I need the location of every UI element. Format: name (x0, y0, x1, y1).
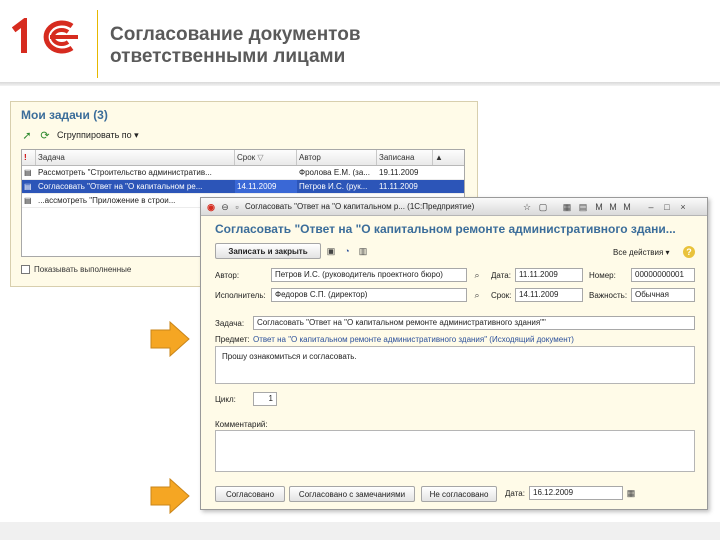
calculator-icon[interactable]: ▦ (561, 201, 573, 213)
print-icon[interactable]: ▥ (357, 245, 369, 257)
show-completed-checkbox[interactable] (21, 265, 30, 274)
description-area[interactable]: Прошу ознакомиться и согласовать. (215, 346, 695, 384)
subject-link[interactable]: Ответ на "О капитальном ремонте админист… (253, 335, 574, 344)
bottom-date-label: Дата: (505, 489, 525, 498)
reject-button[interactable]: Не согласовано (421, 486, 497, 502)
comment-label: Комментарий: (215, 420, 268, 429)
my-tasks-title: Мои задачи (3) (21, 108, 108, 122)
task-icon: ▤ (24, 182, 32, 191)
cycle-label: Цикл: (215, 395, 236, 404)
document-heading: Согласовать "Ответ на "О капитальном рем… (215, 222, 676, 236)
cell-deadline: 14.11.2009 (235, 180, 297, 193)
refresh-icon[interactable]: ⟳ (39, 129, 51, 142)
task-icon: ▤ (24, 196, 32, 205)
calendar-picker-icon[interactable]: ▦ (625, 487, 637, 499)
header-divider (97, 10, 98, 78)
window-title: Согласовать "Ответ на "О капитальном р..… (245, 202, 475, 211)
memory-icon[interactable]: M (593, 201, 605, 213)
maximize-icon[interactable]: □ (661, 201, 673, 213)
comment-area[interactable] (215, 430, 695, 472)
close-icon[interactable]: × (677, 201, 689, 213)
save-icon[interactable]: ▣ (325, 245, 337, 257)
column-header-recorded[interactable]: Записана (377, 150, 433, 165)
1c-logo (11, 16, 82, 58)
column-header-deadline[interactable]: Срок ▽ (235, 150, 297, 165)
table-header: ! Задача Срок ▽ Автор Записана ▲ (22, 150, 464, 166)
slide-title-line2: ответственными лицами (110, 46, 346, 67)
forward-icon[interactable]: ▫ (231, 201, 243, 213)
all-actions-menu[interactable]: Все действия ▾ (613, 248, 670, 257)
date-label: Дата: (491, 271, 511, 280)
chevron-down-icon: ▾ (134, 129, 139, 140)
footer-band (0, 522, 720, 540)
bottom-date-field[interactable]: 16.12.2009 (529, 486, 623, 500)
arrow-right-icon (150, 478, 190, 514)
approval-window: ◉ ⊖ ▫ Согласовать "Ответ на "О капитальн… (200, 197, 708, 510)
author-field[interactable]: Петров И.С. (руководитель проектного бюр… (271, 268, 467, 282)
open-executor-icon[interactable]: ⌕ (471, 289, 483, 301)
back-icon[interactable]: ⊖ (219, 201, 231, 213)
task-field[interactable]: Согласовать "Ответ на "О капитальном рем… (253, 316, 695, 330)
cell-date: 11.11.2009 (379, 182, 418, 191)
cell-task: Согласовать "Ответ на "О капитальном ре.… (38, 182, 203, 191)
history-icon[interactable]: ◔ (341, 245, 353, 257)
header-rule (0, 82, 720, 86)
importance-field[interactable]: Обычная (631, 288, 695, 302)
cell-date: 19.11.2009 (379, 168, 419, 177)
minimize-icon[interactable]: – (645, 201, 657, 213)
column-header-deadline-label: Срок (237, 153, 256, 162)
chevron-down-icon: ▾ (665, 248, 670, 257)
importance-column-icon: ! (22, 150, 36, 165)
number-field[interactable]: 00000000001 (631, 268, 695, 282)
column-header-task[interactable]: Задача (36, 150, 235, 165)
group-by-button[interactable]: Сгруппировать по ▾ (57, 130, 139, 141)
app-menu-icon[interactable]: ◉ (205, 201, 217, 213)
task-icon: ▤ (24, 168, 32, 177)
scroll-up-icon[interactable]: ▲ (433, 150, 446, 165)
cell-deadline (235, 166, 297, 179)
slide-title-line1: Согласование документов (110, 24, 361, 45)
description-text: Прошу ознакомиться и согласовать. (222, 352, 357, 361)
all-actions-label: Все действия (613, 248, 664, 257)
subject-label: Предмет: (215, 335, 250, 344)
slide-title: Согласование документов ответственными л… (110, 24, 530, 68)
date-field[interactable]: 11.11.2009 (515, 268, 583, 282)
column-header-author[interactable]: Автор (297, 150, 377, 165)
window-titlebar[interactable]: ◉ ⊖ ▫ Согласовать "Ответ на "О капитальн… (201, 198, 707, 216)
open-author-icon[interactable]: ⌕ (471, 269, 483, 281)
memory-minus-icon[interactable]: M (621, 201, 633, 213)
sort-arrow-icon: ▽ (257, 153, 264, 162)
save-and-close-button[interactable]: Записать и закрыть (215, 243, 321, 259)
show-completed-label: Показывать выполненные (34, 265, 132, 274)
memory-plus-icon[interactable]: M (607, 201, 619, 213)
deadline-field[interactable]: 14.11.2009 (515, 288, 583, 302)
arrow-right-icon (150, 321, 190, 357)
cell-author: Петров И.С. (рук... (299, 182, 368, 191)
cycle-field[interactable]: 1 (253, 392, 277, 406)
executor-field[interactable]: Федоров С.П. (директор) (271, 288, 467, 302)
tasks-toolbar: ➚ ⟳ Сгруппировать по ▾ (21, 127, 139, 143)
help-icon[interactable]: ? (683, 246, 695, 258)
show-completed-toggle[interactable]: Показывать выполненные (21, 265, 131, 274)
deadline-label: Срок: (491, 291, 512, 300)
executor-label: Исполнитель: (215, 291, 266, 300)
cell-author: Фролова Е.М. (за... (299, 168, 370, 177)
execute-icon[interactable]: ➚ (21, 129, 33, 142)
table-row[interactable]: ▤ Рассмотреть "Строительство администрат… (22, 166, 464, 180)
cell-task: Рассмотреть "Строительство административ… (38, 168, 212, 177)
new-window-icon[interactable]: ▢ (537, 201, 549, 213)
number-label: Номер: (589, 271, 616, 280)
importance-label: Важность: (589, 291, 628, 300)
group-by-label: Сгруппировать по (57, 129, 132, 140)
task-label: Задача: (215, 319, 245, 328)
calendar-icon[interactable]: ▤ (577, 201, 589, 213)
table-row-selected[interactable]: ▤ Согласовать "Ответ на "О капитальном р… (22, 180, 464, 194)
author-label: Автор: (215, 271, 240, 280)
approve-button[interactable]: Согласовано (215, 486, 285, 502)
favorites-icon[interactable]: ☆ (521, 201, 533, 213)
approve-with-remarks-button[interactable]: Согласовано с замечаниями (289, 486, 415, 502)
